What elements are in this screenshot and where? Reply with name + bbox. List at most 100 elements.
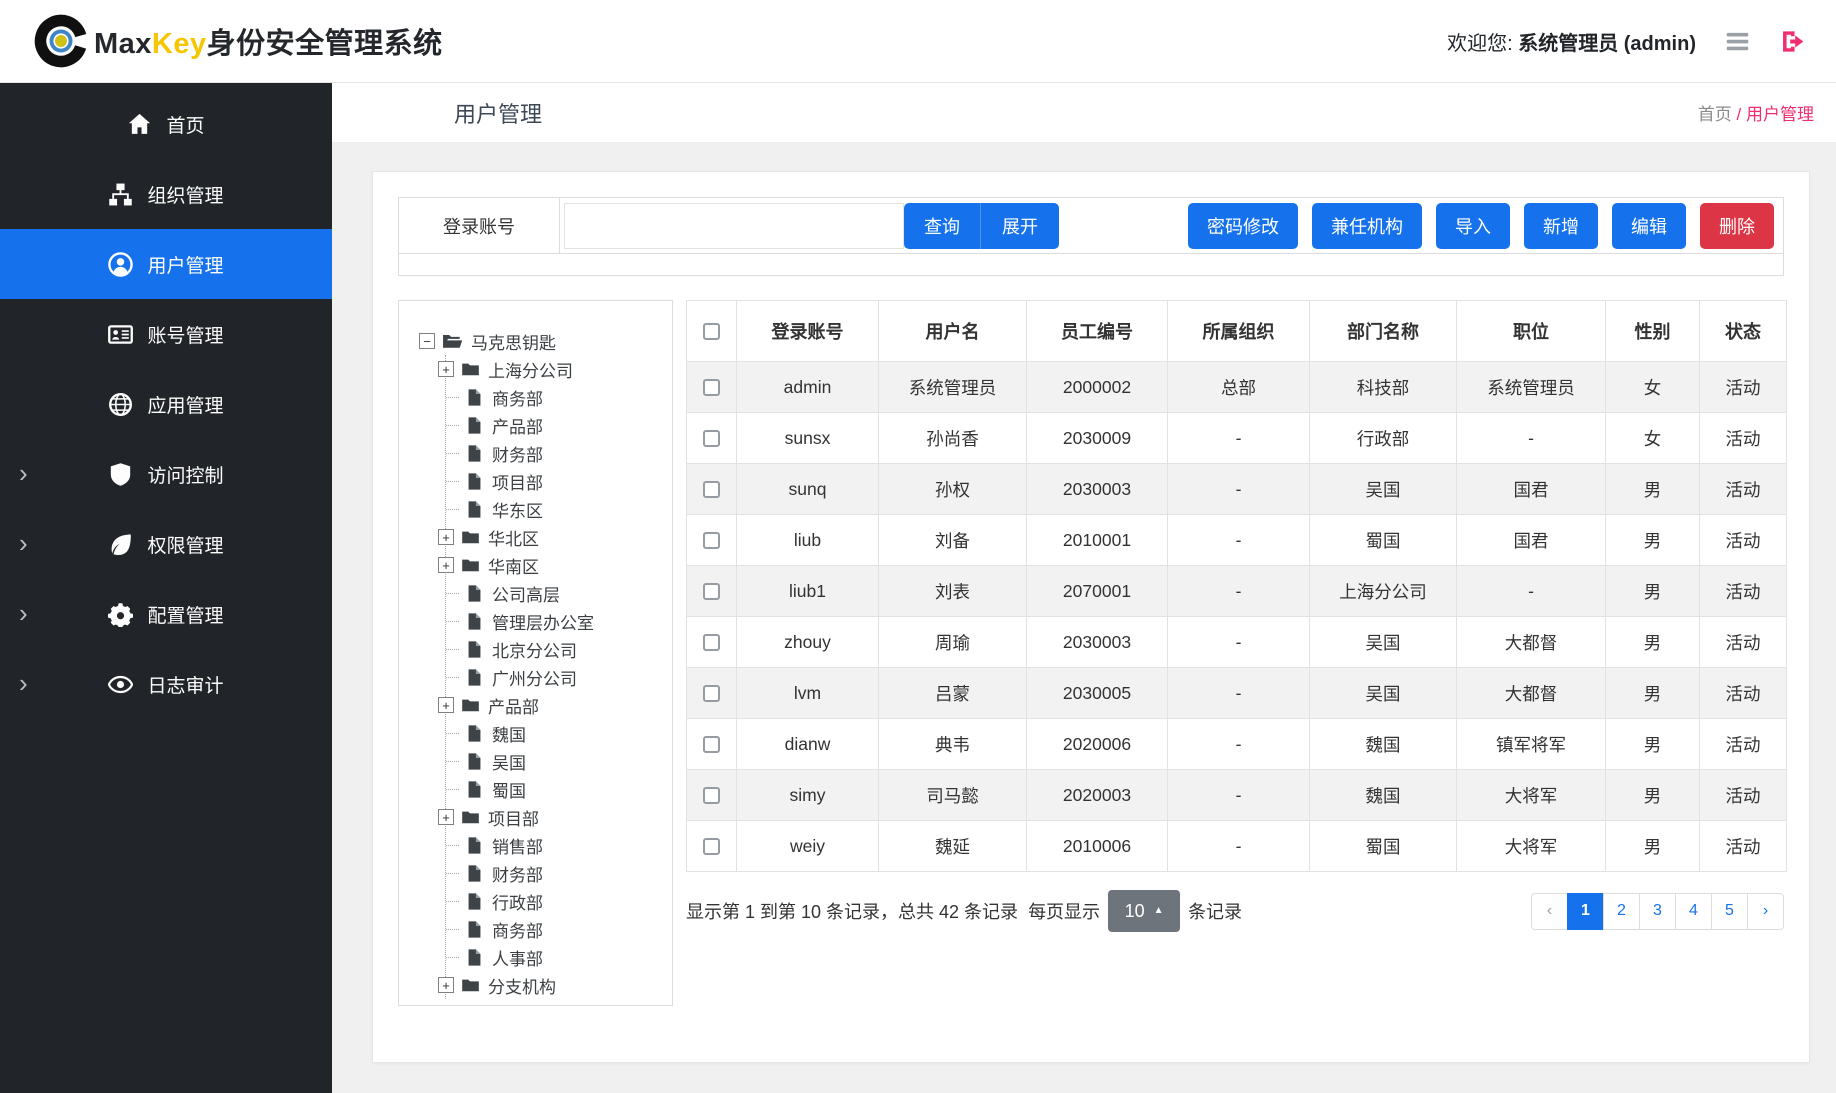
table-row: liub1刘表2070001-上海分公司-男活动 bbox=[687, 566, 1787, 617]
tree-node[interactable]: − 马克思钥匙 bbox=[419, 327, 666, 355]
sidebar-item-perm[interactable]: ›权限管理 bbox=[0, 509, 332, 579]
row-checkbox[interactable] bbox=[703, 736, 720, 753]
tree-node[interactable]: 魏国 bbox=[446, 719, 666, 747]
tree-node[interactable]: 华东区 bbox=[446, 495, 666, 523]
tree-node[interactable]: +华南区 bbox=[446, 551, 666, 579]
tree-node-label: 上海分公司 bbox=[488, 357, 573, 382]
page-button-5[interactable]: 5 bbox=[1711, 893, 1748, 930]
tree-node[interactable]: 管理层办公室 bbox=[446, 607, 666, 635]
sidebar-item-label: 用户管理 bbox=[147, 251, 223, 278]
expand-icon[interactable]: + bbox=[438, 361, 454, 377]
expand-icon[interactable]: + bbox=[438, 697, 454, 713]
cell-username: 魏延 bbox=[879, 821, 1027, 872]
sidebar-item-app[interactable]: 应用管理 bbox=[0, 369, 332, 439]
per-page-label: 每页显示 bbox=[1028, 898, 1100, 924]
next-page-button[interactable]: › bbox=[1747, 893, 1784, 930]
row-checkbox[interactable] bbox=[703, 379, 720, 396]
collapse-icon[interactable]: − bbox=[419, 333, 435, 349]
tree-node[interactable]: 行政部 bbox=[446, 887, 666, 915]
login-account-input[interactable] bbox=[564, 203, 904, 249]
sidebar-item-log[interactable]: ›日志审计 bbox=[0, 649, 332, 719]
page-button-1[interactable]: 1 bbox=[1567, 893, 1604, 930]
prev-page-button[interactable]: ‹ bbox=[1531, 893, 1568, 930]
column-header-username: 用户名 bbox=[879, 301, 1027, 362]
sidebar-item-config[interactable]: ›配置管理 bbox=[0, 579, 332, 649]
row-checkbox[interactable] bbox=[703, 685, 720, 702]
sidebar-item-user[interactable]: 用户管理 bbox=[0, 229, 332, 299]
sidebar-item-access[interactable]: ›访问控制 bbox=[0, 439, 332, 509]
tree-node[interactable]: 公司高层 bbox=[446, 579, 666, 607]
sidebar-item-account[interactable]: 账号管理 bbox=[0, 299, 332, 369]
expand-icon[interactable]: + bbox=[438, 557, 454, 573]
sidebar-item-label: 日志审计 bbox=[147, 671, 223, 698]
tree-node[interactable]: 商务部 bbox=[446, 915, 666, 943]
expand-icon[interactable]: + bbox=[438, 529, 454, 545]
page-size-value: 10 bbox=[1125, 901, 1145, 922]
page-button-3[interactable]: 3 bbox=[1639, 893, 1676, 930]
eye-icon bbox=[108, 672, 133, 697]
cell-gender: 男 bbox=[1606, 464, 1700, 515]
tree-node[interactable]: +产品部 bbox=[446, 691, 666, 719]
row-checkbox[interactable] bbox=[703, 481, 720, 498]
page-button-2[interactable]: 2 bbox=[1603, 893, 1640, 930]
tree-connector bbox=[446, 957, 459, 958]
expand-icon[interactable]: + bbox=[438, 809, 454, 825]
app-header: MaxKey身份安全管理系统 欢迎您: 系统管理员 (admin) bbox=[0, 0, 1836, 83]
tree-node-label: 商务部 bbox=[492, 917, 543, 942]
expand-button[interactable]: 展开 bbox=[980, 203, 1059, 249]
change-password-button[interactable]: 密码修改 bbox=[1188, 203, 1298, 249]
cell-employee_id: 2000002 bbox=[1027, 362, 1168, 413]
menu-icon[interactable] bbox=[1724, 28, 1751, 55]
row-checkbox[interactable] bbox=[703, 430, 720, 447]
row-checkbox[interactable] bbox=[703, 787, 720, 804]
row-checkbox[interactable] bbox=[703, 583, 720, 600]
table-row: weiy魏延2010006-蜀国大将军男活动 bbox=[687, 821, 1787, 872]
tree-node[interactable]: 人事部 bbox=[446, 943, 666, 971]
page-size-dropdown[interactable]: 10 ▲ bbox=[1108, 890, 1180, 932]
cell-gender: 男 bbox=[1606, 821, 1700, 872]
add-button[interactable]: 新增 bbox=[1524, 203, 1598, 249]
tree-node[interactable]: 财务部 bbox=[446, 439, 666, 467]
login-account-label: 登录账号 bbox=[399, 198, 560, 253]
page-button-4[interactable]: 4 bbox=[1675, 893, 1712, 930]
sidebar-item-home[interactable]: 首页 bbox=[0, 89, 332, 159]
tree-node[interactable]: 产品部 bbox=[446, 411, 666, 439]
tree-node[interactable]: 吴国 bbox=[446, 747, 666, 775]
cell-gender: 男 bbox=[1606, 617, 1700, 668]
page-title: 用户管理 bbox=[454, 97, 542, 129]
import-button[interactable]: 导入 bbox=[1436, 203, 1510, 249]
breadcrumb-home-link[interactable]: 首页 bbox=[1698, 105, 1732, 124]
tree-node[interactable]: +分支机构 bbox=[446, 971, 666, 999]
tree-node[interactable]: 蜀国 bbox=[446, 775, 666, 803]
tree-node[interactable]: 项目部 bbox=[446, 467, 666, 495]
row-checkbox[interactable] bbox=[703, 838, 720, 855]
row-checkbox[interactable] bbox=[703, 634, 720, 651]
cell-organization: - bbox=[1168, 719, 1310, 770]
cell-organization: 总部 bbox=[1168, 362, 1310, 413]
tree-node-label: 马克思钥匙 bbox=[471, 329, 556, 354]
signout-icon[interactable] bbox=[1779, 28, 1806, 55]
cell-position: - bbox=[1457, 566, 1606, 617]
tree-node[interactable]: +项目部 bbox=[446, 803, 666, 831]
expand-icon[interactable]: + bbox=[438, 977, 454, 993]
row-checkbox[interactable] bbox=[703, 532, 720, 549]
delete-button[interactable]: 删除 bbox=[1700, 203, 1774, 249]
cell-employee_id: 2070001 bbox=[1027, 566, 1168, 617]
cell-department: 吴国 bbox=[1310, 617, 1457, 668]
sidebar-item-org[interactable]: 组织管理 bbox=[0, 159, 332, 229]
tree-connector bbox=[446, 453, 459, 454]
tree-node[interactable]: 商务部 bbox=[446, 383, 666, 411]
tree-node[interactable]: 广州分公司 bbox=[446, 663, 666, 691]
concurrent-position-button[interactable]: 兼任机构 bbox=[1312, 203, 1422, 249]
tree-node[interactable]: 销售部 bbox=[446, 831, 666, 859]
tree-connector bbox=[446, 789, 459, 790]
tree-node[interactable]: +华北区 bbox=[446, 523, 666, 551]
tree-node-label: 行政部 bbox=[492, 889, 543, 914]
tree-node[interactable]: +上海分公司 bbox=[446, 355, 666, 383]
query-button[interactable]: 查询 bbox=[904, 203, 980, 249]
tree-connector bbox=[446, 929, 459, 930]
tree-node[interactable]: 北京分公司 bbox=[446, 635, 666, 663]
select-all-checkbox[interactable] bbox=[703, 323, 720, 340]
edit-button[interactable]: 编辑 bbox=[1612, 203, 1686, 249]
tree-node[interactable]: 财务部 bbox=[446, 859, 666, 887]
